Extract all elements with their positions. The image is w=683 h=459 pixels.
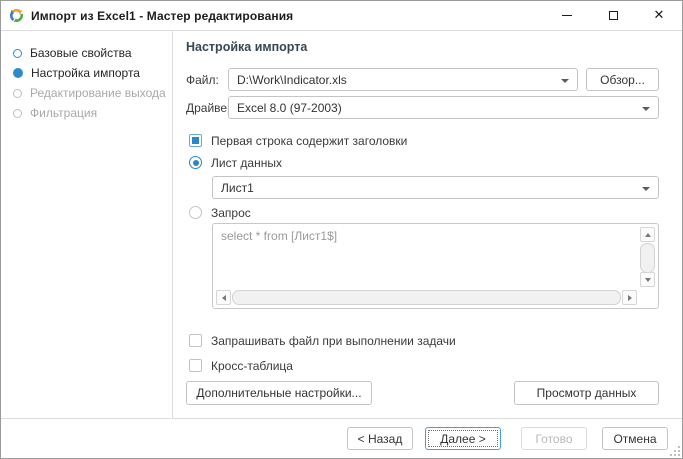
panel-actions: Дополнительные настройки... Просмотр дан… bbox=[186, 381, 659, 405]
driver-value: Excel 8.0 (97-2003) bbox=[237, 101, 342, 115]
chevron-down-icon[interactable] bbox=[642, 187, 650, 191]
finish-button[interactable]: Готово bbox=[521, 427, 587, 450]
file-path-combobox[interactable]: D:\Work\Indicator.xls bbox=[228, 68, 578, 91]
vertical-scrollbar-thumb[interactable] bbox=[640, 243, 655, 273]
sheet-combobox[interactable]: Лист1 bbox=[212, 176, 659, 199]
wizard-steps-sidebar: Базовые свойства Настройка импорта Редак… bbox=[1, 31, 173, 418]
driver-row: Драйвер: Excel 8.0 (97-2003) bbox=[186, 96, 659, 119]
scroll-down-button[interactable] bbox=[640, 272, 655, 287]
first-row-headers-checkbox[interactable] bbox=[189, 134, 202, 147]
horizontal-scrollbar-thumb[interactable] bbox=[232, 290, 621, 305]
prompt-file-label: Запрашивать файл при выполнении задачи bbox=[211, 334, 456, 348]
step-output-editing[interactable]: Редактирование выхода bbox=[13, 83, 172, 103]
sheet-radio[interactable] bbox=[189, 156, 202, 169]
step-label: Фильтрация bbox=[30, 106, 97, 120]
arrow-right-icon bbox=[628, 295, 632, 301]
step-completed-bullet-icon bbox=[13, 49, 22, 58]
radio-selected-icon bbox=[193, 160, 199, 166]
import-settings-panel: Настройка импорта Файл: D:\Work\Indicato… bbox=[173, 31, 682, 418]
next-button[interactable]: Далее > bbox=[425, 427, 501, 450]
caption-buttons: ✕ bbox=[544, 1, 682, 30]
step-label: Редактирование выхода bbox=[30, 86, 166, 100]
first-row-headers-checkbox-row: Первая строка содержит заголовки bbox=[189, 133, 659, 148]
sheet-radio-row: Лист данных bbox=[189, 155, 659, 170]
checkbox-checked-icon bbox=[192, 137, 199, 144]
step-current-bullet-icon bbox=[13, 68, 23, 78]
resize-grip[interactable] bbox=[670, 446, 680, 456]
driver-label: Драйвер: bbox=[186, 101, 228, 115]
maximize-icon bbox=[609, 11, 618, 20]
wizard-body: Базовые свойства Настройка импорта Редак… bbox=[1, 31, 682, 418]
wizard-footer: < Назад Далее > Готово Отмена bbox=[1, 418, 682, 458]
prompt-file-checkbox[interactable] bbox=[189, 334, 202, 347]
close-icon: ✕ bbox=[654, 9, 665, 22]
sheet-radio-label: Лист данных bbox=[211, 156, 282, 170]
sheet-value: Лист1 bbox=[221, 181, 254, 195]
browse-button[interactable]: Обзор... bbox=[586, 68, 659, 91]
arrow-up-icon bbox=[645, 233, 651, 237]
file-row: Файл: D:\Work\Indicator.xls Обзор... bbox=[186, 68, 659, 91]
arrow-left-icon bbox=[222, 295, 226, 301]
chevron-down-icon[interactable] bbox=[642, 107, 650, 111]
file-path-value: D:\Work\Indicator.xls bbox=[237, 73, 347, 87]
preview-data-button[interactable]: Просмотр данных bbox=[514, 381, 659, 405]
advanced-settings-button[interactable]: Дополнительные настройки... bbox=[186, 381, 372, 405]
driver-combobox[interactable]: Excel 8.0 (97-2003) bbox=[228, 96, 659, 119]
step-import-settings[interactable]: Настройка импорта bbox=[13, 63, 172, 83]
close-button[interactable]: ✕ bbox=[636, 1, 682, 30]
step-filtering[interactable]: Фильтрация bbox=[13, 103, 172, 123]
step-label: Настройка импорта bbox=[31, 66, 140, 80]
maximize-button[interactable] bbox=[590, 1, 636, 30]
scroll-up-button[interactable] bbox=[640, 227, 655, 242]
step-pending-bullet-icon bbox=[13, 89, 22, 98]
cancel-button[interactable]: Отмена bbox=[602, 427, 668, 450]
step-pending-bullet-icon bbox=[13, 109, 22, 118]
file-label: Файл: bbox=[186, 73, 228, 87]
query-radio-row: Запрос bbox=[189, 205, 659, 220]
back-button[interactable]: < Назад bbox=[347, 427, 413, 450]
wizard-window: Импорт из Excel1 - Мастер редактирования… bbox=[0, 0, 683, 459]
app-sync-icon bbox=[8, 7, 25, 24]
minimize-button[interactable] bbox=[544, 1, 590, 30]
minimize-icon bbox=[562, 15, 572, 16]
query-textarea[interactable]: select * from [Лист1$] bbox=[212, 223, 659, 309]
window-title: Импорт из Excel1 - Мастер редактирования bbox=[31, 9, 293, 23]
cross-table-checkbox[interactable] bbox=[189, 359, 202, 372]
page-title: Настройка импорта bbox=[186, 40, 659, 56]
step-basic-properties[interactable]: Базовые свойства bbox=[13, 43, 172, 63]
query-radio[interactable] bbox=[189, 206, 202, 219]
step-label: Базовые свойства bbox=[30, 46, 132, 60]
cross-table-checkbox-row: Кросс-таблица bbox=[189, 358, 659, 373]
first-row-headers-label: Первая строка содержит заголовки bbox=[211, 134, 407, 148]
arrow-down-icon bbox=[645, 278, 651, 282]
scroll-left-button[interactable] bbox=[216, 290, 231, 305]
query-radio-label: Запрос bbox=[211, 206, 251, 220]
prompt-file-checkbox-row: Запрашивать файл при выполнении задачи bbox=[189, 333, 659, 348]
query-text: select * from [Лист1$] bbox=[221, 229, 634, 243]
chevron-down-icon[interactable] bbox=[561, 79, 569, 83]
scroll-right-button[interactable] bbox=[622, 290, 637, 305]
title-bar: Импорт из Excel1 - Мастер редактирования… bbox=[1, 1, 682, 31]
cross-table-label: Кросс-таблица bbox=[211, 359, 293, 373]
